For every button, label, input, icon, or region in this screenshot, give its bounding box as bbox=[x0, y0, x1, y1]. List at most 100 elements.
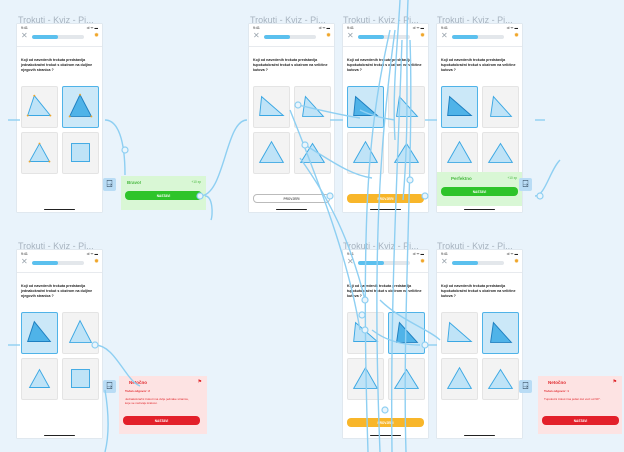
quiz-screen: 9:41 ııl ᯤ ▬ ✕ ✹ Koji od navedenih troku… bbox=[343, 250, 428, 438]
answer-option[interactable] bbox=[62, 358, 99, 400]
answer-option[interactable] bbox=[441, 312, 478, 354]
answer-option[interactable] bbox=[62, 312, 99, 354]
star-icon: ✹ bbox=[93, 33, 99, 39]
answer-option[interactable] bbox=[388, 86, 425, 128]
progress-fill bbox=[358, 35, 384, 39]
status-time: 9:41 bbox=[347, 252, 354, 256]
continue-button[interactable]: NASTAVI bbox=[123, 416, 200, 425]
feedback-points: +10 xp bbox=[191, 180, 201, 184]
close-icon[interactable]: ✕ bbox=[253, 32, 260, 40]
answer-option[interactable] bbox=[253, 86, 290, 128]
divider bbox=[17, 272, 102, 273]
answer-option[interactable] bbox=[347, 132, 384, 174]
home-indicator bbox=[464, 434, 495, 436]
answer-option[interactable] bbox=[294, 86, 331, 128]
close-icon[interactable]: ✕ bbox=[347, 32, 354, 40]
answer-option[interactable] bbox=[482, 86, 519, 128]
question-text: Koji od navedenih trokuta predstavlja tu… bbox=[441, 284, 516, 298]
status-time: 9:41 bbox=[347, 26, 354, 30]
continue-button[interactable]: NASTAVI bbox=[542, 416, 619, 425]
answer-option[interactable] bbox=[347, 358, 384, 400]
answer-option-selected[interactable] bbox=[441, 86, 478, 128]
question-text: Koji od navedenih trokuta predstavlja tu… bbox=[253, 58, 328, 72]
progress-bar bbox=[358, 261, 410, 265]
star-icon: ✹ bbox=[513, 259, 519, 265]
answer-option[interactable] bbox=[482, 358, 519, 400]
flag-icon[interactable]: ⚑ bbox=[613, 379, 617, 385]
answer-option-selected[interactable] bbox=[62, 86, 99, 128]
divider bbox=[249, 46, 334, 47]
close-icon[interactable]: ✕ bbox=[441, 258, 448, 266]
exit-icon[interactable]: ⍈ bbox=[519, 380, 532, 393]
progress-fill bbox=[32, 35, 58, 39]
status-time: 9:41 bbox=[441, 26, 448, 30]
check-button[interactable]: PROVJERI bbox=[347, 418, 424, 427]
progress-fill bbox=[452, 261, 478, 265]
close-icon[interactable]: ✕ bbox=[441, 32, 448, 40]
answer-option-selected[interactable] bbox=[388, 312, 425, 354]
status-icons: ııl ᯤ ▬ bbox=[506, 252, 518, 256]
home-indicator bbox=[44, 208, 75, 210]
feedback-title: Bravo! bbox=[127, 180, 142, 185]
exit-icon[interactable]: ⍈ bbox=[103, 380, 116, 393]
close-icon[interactable]: ✕ bbox=[347, 258, 354, 266]
answer-option[interactable] bbox=[62, 132, 99, 174]
question-text: Koji od navedenih trokuta predstavlja tu… bbox=[347, 58, 422, 72]
answer-option[interactable] bbox=[347, 312, 384, 354]
status-icons: ııl ᯤ ▬ bbox=[86, 26, 98, 30]
answer-option[interactable] bbox=[441, 132, 478, 174]
star-icon: ✹ bbox=[513, 33, 519, 39]
feedback-title: Netočno bbox=[548, 380, 566, 385]
flag-icon[interactable]: ⚑ bbox=[198, 379, 202, 385]
status-icons: ııl ᯤ ▬ bbox=[506, 26, 518, 30]
answer-option[interactable] bbox=[21, 86, 58, 128]
close-icon[interactable]: ✕ bbox=[21, 32, 28, 40]
star-icon: ✹ bbox=[419, 259, 425, 265]
feedback-panel-wrong: Netočno ⚑ Točan odgovor: 1 Tupokutni tro… bbox=[538, 376, 622, 434]
feedback-explanation: Tupokutni trokut ima jedan kut veći od 9… bbox=[544, 397, 601, 401]
progress-fill bbox=[358, 261, 384, 265]
answer-option-selected[interactable] bbox=[482, 312, 519, 354]
question-text: Koji od navedenih trokuta predstavlja je… bbox=[21, 284, 93, 298]
status-time: 9:41 bbox=[21, 252, 28, 256]
quiz-screen: 9:41 ııl ᯤ ▬ ✕ ✹ Koji od navedenih troku… bbox=[249, 24, 334, 212]
status-icons: ııl ᯤ ▬ bbox=[412, 252, 424, 256]
answer-option[interactable] bbox=[294, 132, 331, 174]
progress-fill bbox=[264, 35, 290, 39]
star-icon: ✹ bbox=[419, 33, 425, 39]
progress-fill bbox=[452, 35, 478, 39]
continue-button[interactable]: NASTAVI bbox=[125, 191, 202, 200]
question-text: Koji od navedenih trokuta predstavlja tu… bbox=[441, 58, 516, 72]
answer-option[interactable] bbox=[388, 358, 425, 400]
answer-option-selected[interactable] bbox=[347, 86, 384, 128]
feedback-answer: Točan odgovor: 2 bbox=[125, 389, 150, 393]
check-button[interactable]: PROVJERI bbox=[347, 194, 424, 203]
home-indicator bbox=[370, 208, 401, 210]
answer-option[interactable] bbox=[21, 132, 58, 174]
answer-option[interactable] bbox=[21, 358, 58, 400]
divider bbox=[17, 46, 102, 47]
question-text: Koji od navedenih trokuta predstavlja tu… bbox=[347, 284, 422, 298]
progress-bar bbox=[452, 35, 504, 39]
feedback-panel-wrong: Netočno ⚑ Točan odgovor: 2 Jednakokračni… bbox=[119, 376, 207, 434]
continue-button[interactable]: NASTAVI bbox=[441, 187, 518, 196]
answer-option-selected[interactable] bbox=[21, 312, 58, 354]
star-icon: ✹ bbox=[93, 259, 99, 265]
progress-bar bbox=[358, 35, 410, 39]
status-icons: ııl ᯤ ▬ bbox=[86, 252, 98, 256]
check-button[interactable]: PROVJERI bbox=[253, 194, 330, 203]
exit-icon[interactable]: ⍈ bbox=[519, 178, 532, 191]
feedback-explanation: Jednakokračni trokut ima dvije jednake s… bbox=[125, 397, 189, 405]
answer-option[interactable] bbox=[482, 132, 519, 174]
answer-option[interactable] bbox=[253, 132, 290, 174]
answer-option[interactable] bbox=[388, 132, 425, 174]
exit-icon[interactable]: ⍈ bbox=[103, 178, 116, 191]
progress-bar bbox=[32, 35, 84, 39]
answer-option[interactable] bbox=[441, 358, 478, 400]
progress-fill bbox=[32, 261, 58, 265]
divider bbox=[437, 272, 522, 273]
progress-bar bbox=[32, 261, 84, 265]
close-icon[interactable]: ✕ bbox=[21, 258, 28, 266]
divider bbox=[343, 272, 428, 273]
status-time: 9:41 bbox=[21, 26, 28, 30]
